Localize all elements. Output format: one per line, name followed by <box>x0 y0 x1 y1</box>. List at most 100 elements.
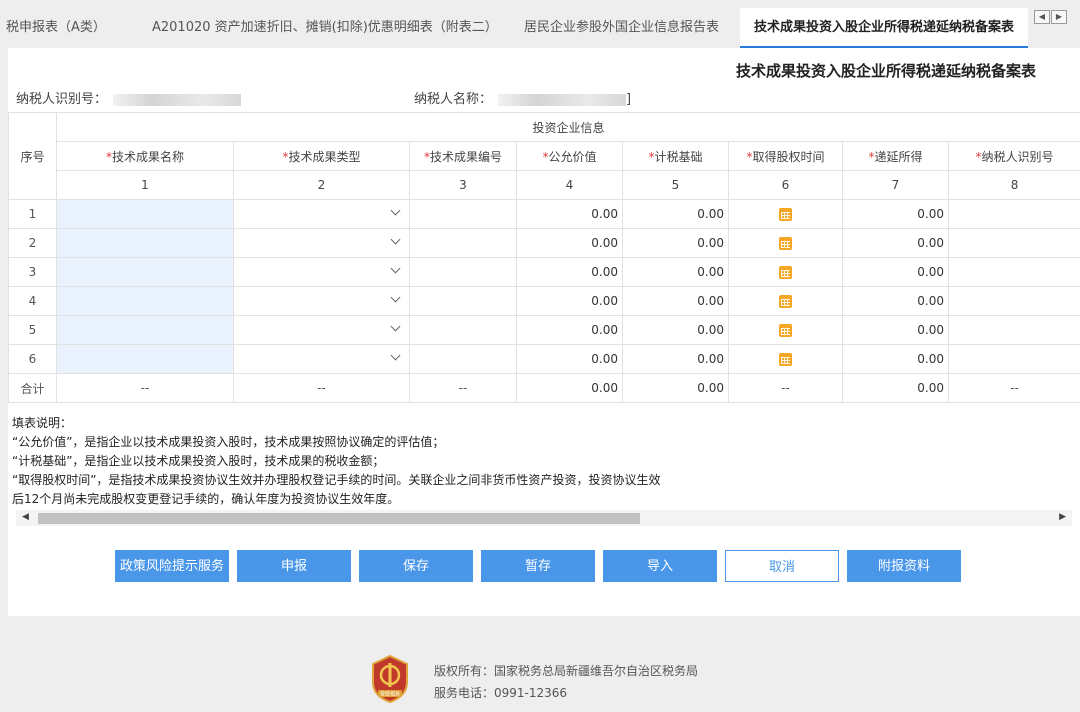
tax-basis-input[interactable]: 0.00 <box>622 315 729 345</box>
table-row: 2 0.00 0.00 0.00 <box>8 228 1080 258</box>
form-panel: 技术成果投资入股企业所得税递延纳税备案表 纳税人识别号： 纳税人名称：] 序号 … <box>8 48 1080 616</box>
logo-text: 曾经相关 <box>380 691 400 698</box>
footer: 曾经相关 版权所有：国家税务总局新疆维吾尔自治区税务局 服务电话：0991-12… <box>0 640 1080 712</box>
equity-date-input[interactable] <box>728 286 843 316</box>
chevron-down-icon <box>390 321 401 332</box>
calendar-icon[interactable] <box>779 208 792 221</box>
total-tech-type: -- <box>233 373 410 403</box>
tech-code-input[interactable] <box>409 344 517 374</box>
total-tax-basis: 0.00 <box>622 373 729 403</box>
attachments-button[interactable]: 附报资料 <box>847 550 961 582</box>
taxpayer-id-input[interactable] <box>947 257 1080 287</box>
calendar-icon[interactable] <box>779 324 792 337</box>
tech-name-input[interactable] <box>56 199 234 229</box>
taxpayer-id-input[interactable] <box>947 315 1080 345</box>
equity-date-input[interactable] <box>728 257 843 287</box>
deferred-income-value[interactable]: 0.00 <box>842 199 949 229</box>
equity-date-input[interactable] <box>728 199 843 229</box>
scroll-right-icon[interactable]: ▶ <box>1059 512 1066 522</box>
calendar-icon[interactable] <box>779 295 792 308</box>
taxpayer-id-input[interactable] <box>947 344 1080 374</box>
chevron-down-icon <box>390 350 401 361</box>
tab-scroll-right-icon[interactable]: ▶ <box>1051 10 1067 24</box>
col-tech-code-header: *技术成果编号 <box>409 141 517 171</box>
tax-basis-input[interactable]: 0.00 <box>622 286 729 316</box>
note-line: 后12个月尚未完成股权变更登记手续的，确认年度为投资协议生效年度。 <box>12 492 400 506</box>
fair-value-input[interactable]: 0.00 <box>516 286 623 316</box>
tech-name-input[interactable] <box>56 315 234 345</box>
tech-type-select[interactable] <box>233 344 410 374</box>
table-row: 1 0.00 0.00 0.00 <box>8 199 1080 229</box>
tax-basis-input[interactable]: 0.00 <box>622 344 729 374</box>
fair-value-input[interactable]: 0.00 <box>516 315 623 345</box>
total-row: 合计 -- -- -- 0.00 0.00 -- 0.00 -- <box>8 373 1080 403</box>
taxpayer-name-label: 纳税人名称： <box>414 92 493 107</box>
tab-tech-investment-filing[interactable]: 技术成果投资入股企业所得税递延纳税备案表 <box>740 8 1028 48</box>
taxpayer-id: 纳税人识别号： <box>16 88 242 107</box>
col-num-3: 3 <box>409 170 517 200</box>
calendar-icon[interactable] <box>779 353 792 366</box>
scroll-left-icon[interactable]: ◀ <box>22 512 29 522</box>
fair-value-input[interactable]: 0.00 <box>516 228 623 258</box>
tab-annual-return-a[interactable]: 税申报表（A类） <box>6 8 106 48</box>
filing-table: 序号 投资企业信息 *技术成果名称 *技术成果类型 *技术成果编号 *公允价值 … <box>8 112 1080 403</box>
col-equity-date-header: *取得股权时间 <box>728 141 843 171</box>
col-fair-value-header: *公允价值 <box>516 141 623 171</box>
seq-header: 序号 <box>8 112 57 200</box>
equity-date-input[interactable] <box>728 228 843 258</box>
tech-code-input[interactable] <box>409 228 517 258</box>
fair-value-input[interactable]: 0.00 <box>516 199 623 229</box>
fair-value-input[interactable]: 0.00 <box>516 344 623 374</box>
equity-date-input[interactable] <box>728 344 843 374</box>
tech-type-select[interactable] <box>233 315 410 345</box>
submit-button[interactable]: 申报 <box>237 550 351 582</box>
table-row: 5 0.00 0.00 0.00 <box>8 315 1080 345</box>
tech-name-input[interactable] <box>56 257 234 287</box>
tab-scroll-left-icon[interactable]: ◀ <box>1034 10 1050 24</box>
tech-type-select[interactable] <box>233 228 410 258</box>
notes-title: 填表说明： <box>12 416 73 430</box>
tax-basis-input[interactable]: 0.00 <box>622 228 729 258</box>
calendar-icon[interactable] <box>779 266 792 279</box>
draft-button[interactable]: 暂存 <box>481 550 595 582</box>
tech-name-input[interactable] <box>56 286 234 316</box>
chevron-down-icon <box>390 205 401 216</box>
tech-type-select[interactable] <box>233 286 410 316</box>
taxpayer-name: 纳税人名称：] <box>414 88 631 107</box>
scrollbar-thumb[interactable] <box>38 513 640 524</box>
tab-a201020[interactable]: A201020 资产加速折旧、摊销(扣除)优惠明细表（附表二） <box>152 8 498 48</box>
deferred-income-value[interactable]: 0.00 <box>842 286 949 316</box>
equity-date-input[interactable] <box>728 315 843 345</box>
taxpayer-id-input[interactable] <box>947 286 1080 316</box>
tech-code-input[interactable] <box>409 286 517 316</box>
save-button[interactable]: 保存 <box>359 550 473 582</box>
deferred-income-value[interactable]: 0.00 <box>842 228 949 258</box>
tab-scroll-arrows: ◀ ▶ <box>1034 10 1068 24</box>
horizontal-scrollbar[interactable]: ◀ ▶ <box>16 510 1072 526</box>
tech-code-input[interactable] <box>409 257 517 287</box>
deferred-income-value[interactable]: 0.00 <box>842 344 949 374</box>
tab-bar: 税申报表（A类） A201020 资产加速折旧、摊销(扣除)优惠明细表（附表二）… <box>0 0 1080 48</box>
col-tech-type-header: *技术成果类型 <box>233 141 410 171</box>
tech-name-input[interactable] <box>56 344 234 374</box>
tax-basis-input[interactable]: 0.00 <box>622 257 729 287</box>
col-num-4: 4 <box>516 170 623 200</box>
tech-code-input[interactable] <box>409 315 517 345</box>
fair-value-input[interactable]: 0.00 <box>516 257 623 287</box>
tech-type-select[interactable] <box>233 257 410 287</box>
taxpayer-id-input[interactable] <box>947 199 1080 229</box>
tech-type-select[interactable] <box>233 199 410 229</box>
tab-foreign-enterprise-report[interactable]: 居民企业参股外国企业信息报告表 <box>524 8 719 48</box>
taxpayer-id-input[interactable] <box>947 228 1080 258</box>
deferred-income-value[interactable]: 0.00 <box>842 257 949 287</box>
chevron-down-icon <box>390 234 401 245</box>
deferred-income-value[interactable]: 0.00 <box>842 315 949 345</box>
import-button[interactable]: 导入 <box>603 550 717 582</box>
tech-code-input[interactable] <box>409 199 517 229</box>
tech-name-input[interactable] <box>56 228 234 258</box>
tax-basis-input[interactable]: 0.00 <box>622 199 729 229</box>
policy-risk-button[interactable]: 政策风险提示服务 <box>115 550 229 582</box>
cancel-button[interactable]: 取消 <box>725 550 839 582</box>
calendar-icon[interactable] <box>779 237 792 250</box>
row-seq: 2 <box>8 228 57 258</box>
